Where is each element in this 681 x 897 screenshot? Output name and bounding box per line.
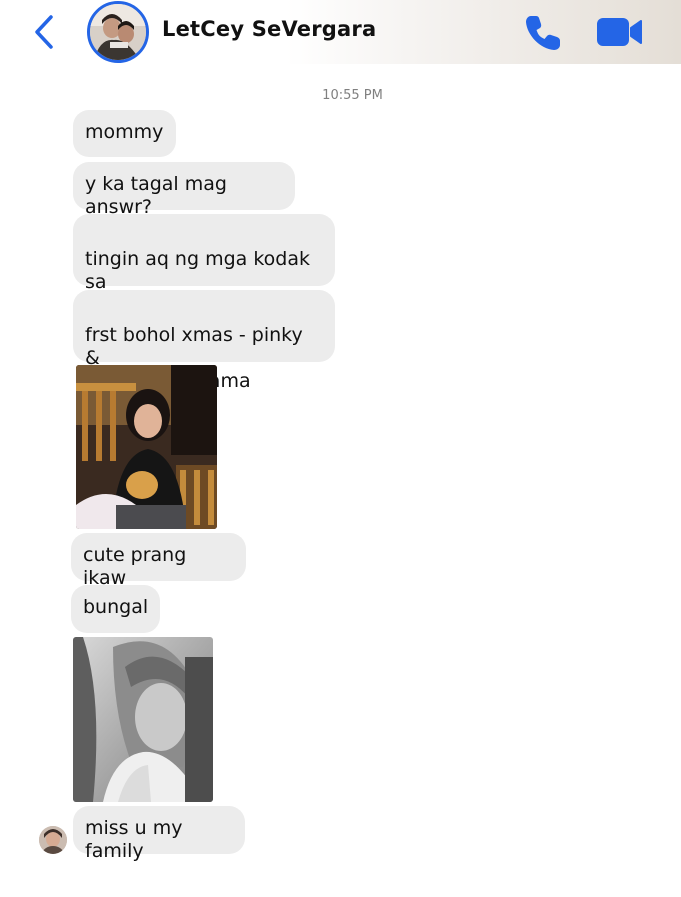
- avatar-photo: [90, 4, 146, 60]
- video-call-button[interactable]: [595, 14, 645, 50]
- photo-message[interactable]: [76, 365, 217, 529]
- video-camera-icon: [597, 18, 642, 46]
- message-bubble[interactable]: frst bohol xmas - pinky & mommy & mama: [73, 290, 335, 392]
- message-text: mommy: [85, 121, 164, 143]
- phone-icon: [526, 16, 560, 50]
- message-text: y ka tagal mag answr?: [85, 173, 227, 218]
- voice-call-button[interactable]: [521, 11, 565, 55]
- back-button[interactable]: [24, 10, 64, 54]
- message-bubble[interactable]: y ka tagal mag answr?: [73, 162, 295, 218]
- message-text: cute prang ikaw: [83, 544, 187, 589]
- contact-avatar[interactable]: [87, 1, 149, 63]
- message-bubble[interactable]: tingin aq ng mga kodak sa album ni mama: [73, 214, 335, 316]
- message-text: bungal: [83, 596, 149, 618]
- sender-avatar[interactable]: [39, 826, 67, 854]
- chat-header: LetCey SeVergara: [0, 0, 681, 64]
- chevron-left-icon: [35, 15, 53, 49]
- message-bubble[interactable]: cute prang ikaw: [71, 533, 246, 589]
- message-text: miss u my family: [85, 817, 183, 862]
- sender-avatar-photo: [39, 826, 67, 854]
- message-bubble[interactable]: miss u my family: [73, 806, 245, 862]
- woman-portrait-photo: [73, 637, 213, 802]
- message-timestamp: 10:55 PM: [322, 88, 383, 103]
- message-bubble[interactable]: mommy: [73, 110, 176, 157]
- child-christmas-photo: [76, 365, 217, 529]
- message-bubble[interactable]: bungal: [71, 585, 160, 633]
- contact-name[interactable]: LetCey SeVergara: [162, 17, 376, 41]
- photo-message[interactable]: [73, 637, 213, 802]
